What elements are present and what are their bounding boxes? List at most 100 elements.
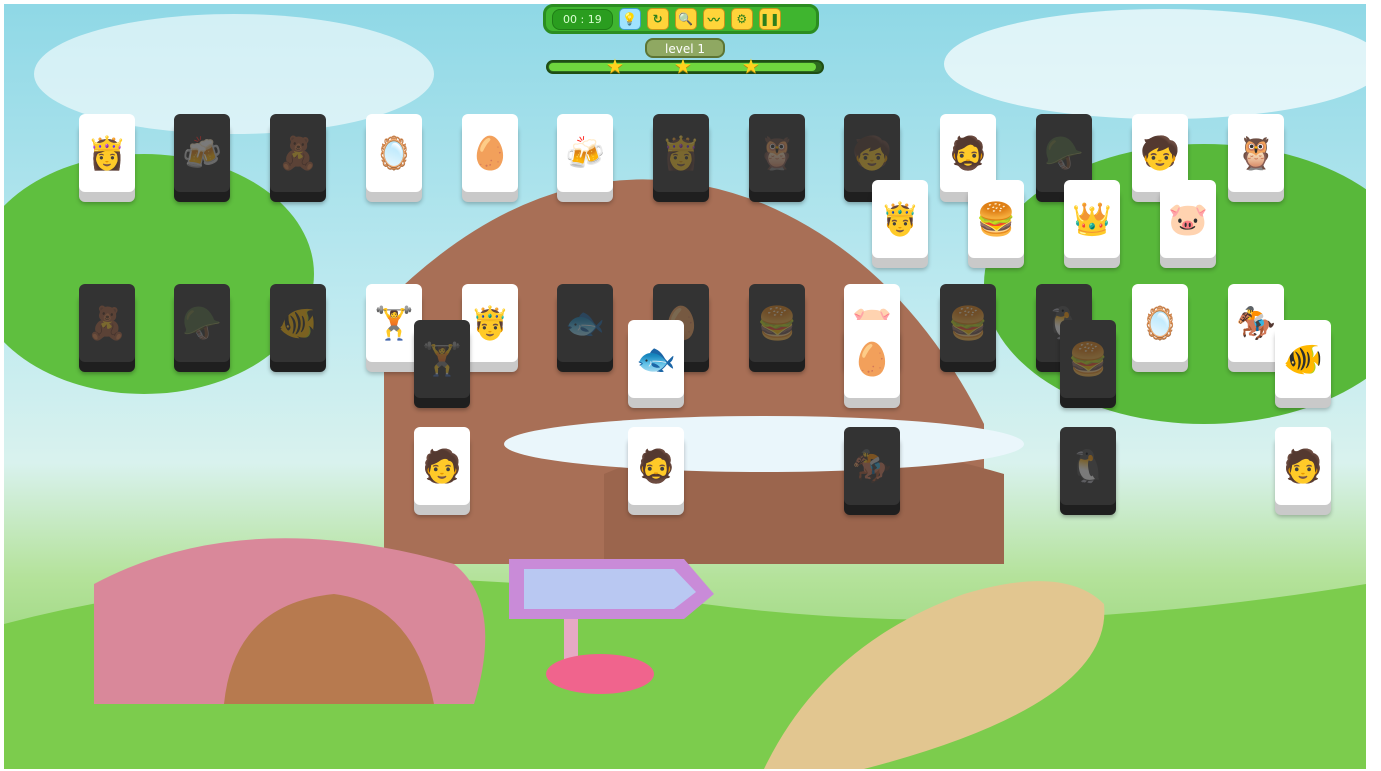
beer-mugs-icon: 🍻 — [182, 134, 222, 172]
boy-hero-icon: 🧑 — [422, 447, 462, 485]
viking-horse-icon: 🏇 — [852, 447, 892, 485]
tile-owl[interactable]: 🦉 — [1228, 114, 1284, 204]
hint-button[interactable]: 💡 — [618, 8, 641, 30]
tile-face: 🥚 — [462, 114, 518, 192]
mirror-icon: 🪞 — [374, 134, 414, 172]
tile-king[interactable]: 🤴 — [462, 284, 518, 374]
tank-icon: 🪖 — [182, 304, 222, 342]
restart-icon: ↻ — [652, 12, 663, 26]
tile-beer-mugs[interactable]: 🍻 — [557, 114, 613, 204]
tile-princess[interactable]: 👸 — [653, 114, 709, 204]
magnifier-icon: 🔍 — [678, 12, 694, 26]
tile-face: 🐟 — [628, 320, 684, 398]
crowned-head-icon: 👑 — [1072, 200, 1112, 238]
princess-icon: 👸 — [87, 134, 127, 172]
star-icon: ★ — [742, 54, 760, 78]
tile-robot-egg[interactable]: 🥚 — [462, 114, 518, 204]
tile-burger[interactable]: 🍔 — [940, 284, 996, 374]
tile-face: 🍔 — [749, 284, 805, 362]
tile-crowned-head[interactable]: 👑 — [1064, 180, 1120, 270]
tile-fish-bowl[interactable]: 🐠 — [1275, 320, 1331, 410]
tile-face: 🪞 — [1132, 284, 1188, 362]
tile-burger[interactable]: 🍔 — [749, 284, 805, 374]
bear-icon: 🧸 — [278, 134, 318, 172]
tile-boy-hero[interactable]: 🧑 — [414, 427, 470, 517]
girl-egg-icon: 🧒 — [852, 134, 892, 172]
robot-egg-icon: 🥚 — [852, 340, 892, 378]
burger-icon: 🍔 — [1068, 340, 1108, 378]
tile-face: 🪖 — [174, 284, 230, 362]
weightlifter-icon: 🏋 — [422, 340, 462, 378]
tile-burger[interactable]: 🍔 — [1060, 320, 1116, 410]
tile-face: 🍔 — [968, 180, 1024, 258]
owl-icon: 🦉 — [757, 134, 797, 172]
fish-icon: 🐟 — [636, 340, 676, 378]
tile-face: 🪞 — [366, 114, 422, 192]
tile-bear[interactable]: 🧸 — [270, 114, 326, 204]
tile-weightlifter[interactable]: 🏋 — [414, 320, 470, 410]
tile-face: 🥚 — [844, 320, 900, 398]
game-board: 👸🍻🧸🪞🥚🍻👸🦉🧒🧔🪖🧒🦉🤴🍔👑🐷🧸🪖🐠🏋🤴🐟🥚🍔🐷🍔🐧🪞🏇🏋🐟🥚🍔🐠🧑🧔🏇🐧🧑 — [4, 4, 1366, 769]
fish-icon: 🐟 — [565, 304, 605, 342]
pause-icon: ❚❚ — [759, 12, 780, 26]
tile-face: 🧑 — [1275, 427, 1331, 505]
tile-bearded-man[interactable]: 🧔 — [628, 427, 684, 517]
princess-icon: 👸 — [661, 134, 701, 172]
tile-mirror[interactable]: 🪞 — [1132, 284, 1188, 374]
mirror-icon: 🪞 — [1140, 304, 1180, 342]
tile-tank[interactable]: 🪖 — [174, 284, 230, 374]
tile-viking-horse[interactable]: 🏇 — [844, 427, 900, 517]
tank-icon: 🪖 — [1044, 134, 1084, 172]
tile-princess[interactable]: 👸 — [79, 114, 135, 204]
bearded-man-icon: 🧔 — [636, 447, 676, 485]
tile-face: 🧔 — [628, 427, 684, 505]
bear-icon: 🧸 — [87, 304, 127, 342]
tile-face: 🍻 — [174, 114, 230, 192]
tile-robot-egg[interactable]: 🥚 — [844, 320, 900, 410]
tile-beer-mugs[interactable]: 🍻 — [174, 114, 230, 204]
beer-mugs-icon: 🍻 — [565, 134, 605, 172]
fish-bowl-icon: 🐠 — [1283, 340, 1323, 378]
king-icon: 🤴 — [470, 304, 510, 342]
tile-face: 🐠 — [270, 284, 326, 362]
tile-burger[interactable]: 🍔 — [968, 180, 1024, 270]
girl-egg-icon: 🧒 — [1140, 134, 1180, 172]
top-toolbar: 00 : 19 💡 ↻ 🔍 〰 ⚙ ❚❚ — [543, 4, 819, 34]
tile-face: 🍔 — [1060, 320, 1116, 398]
tile-king[interactable]: 🤴 — [872, 180, 928, 270]
tile-penguin[interactable]: 🐧 — [1060, 427, 1116, 517]
tile-face: 🧸 — [270, 114, 326, 192]
robot-egg-icon: 🥚 — [470, 134, 510, 172]
star-icon: ★ — [674, 54, 692, 78]
tile-face: 🍻 — [557, 114, 613, 192]
bearded-man-icon: 🧔 — [948, 134, 988, 172]
star-icon: ★ — [606, 54, 624, 78]
tile-face: 🤴 — [872, 180, 928, 258]
tile-fish[interactable]: 🐟 — [557, 284, 613, 374]
tile-mirror[interactable]: 🪞 — [366, 114, 422, 204]
tile-face: 👸 — [79, 114, 135, 192]
progress-bar: ★ ★ ★ — [546, 54, 824, 78]
tile-fish[interactable]: 🐟 — [628, 320, 684, 410]
tile-face: 🐟 — [557, 284, 613, 362]
tile-face: 👸 — [653, 114, 709, 192]
tile-face: 🧑 — [414, 427, 470, 505]
tile-face: 🤴 — [462, 284, 518, 362]
pause-button[interactable]: ❚❚ — [758, 8, 781, 30]
penguin-icon: 🐧 — [1068, 447, 1108, 485]
shuffle-button[interactable]: 〰 — [702, 8, 725, 30]
zoom-button[interactable]: 🔍 — [674, 8, 697, 30]
tile-face: 🏇 — [844, 427, 900, 505]
tile-face: 🍔 — [940, 284, 996, 362]
tile-fish-bowl[interactable]: 🐠 — [270, 284, 326, 374]
tile-owl[interactable]: 🦉 — [749, 114, 805, 204]
tile-boy-hero[interactable]: 🧑 — [1275, 427, 1331, 517]
fish-bowl-icon: 🐠 — [278, 304, 318, 342]
burger-icon: 🍔 — [757, 304, 797, 342]
tile-bear[interactable]: 🧸 — [79, 284, 135, 374]
burger-icon: 🍔 — [948, 304, 988, 342]
settings-button[interactable]: ⚙ — [730, 8, 753, 30]
tile-pig[interactable]: 🐷 — [1160, 180, 1216, 270]
tile-face: 🦉 — [749, 114, 805, 192]
restart-button[interactable]: ↻ — [646, 8, 669, 30]
